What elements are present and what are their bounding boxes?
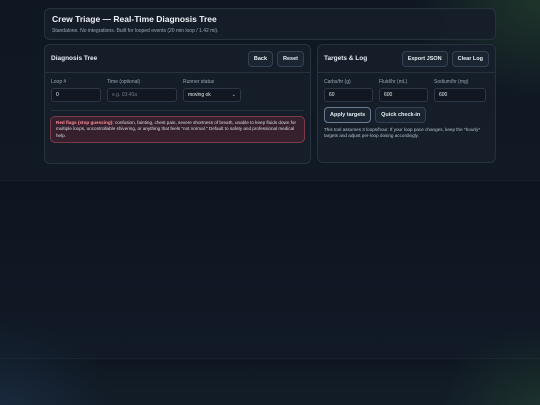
- fluid-field: Fluid/hr (mL): [379, 79, 428, 102]
- sodium-label: Sodium/hr (mg): [434, 79, 469, 85]
- section-divider: [51, 110, 304, 111]
- time-field: Time (optional): [107, 79, 177, 102]
- export-json-button[interactable]: Export JSON: [401, 50, 448, 67]
- status-label: Runner status: [183, 79, 215, 85]
- targets-actions: Export JSON Clear Log: [401, 50, 489, 67]
- background-band: [0, 180, 540, 181]
- carbs-input[interactable]: [324, 88, 373, 102]
- diagnosis-title: Diagnosis Tree: [51, 55, 98, 62]
- red-flags-lead: Red flags (stop guessing):: [56, 120, 114, 125]
- page-title: Crew Triage — Real-Time Diagnosis Tree: [52, 14, 217, 24]
- status-selected-value: moving ok: [188, 92, 211, 98]
- targets-fields: Carbs/hr (g) Fluid/hr (mL) Sodium/hr (mg…: [318, 73, 495, 102]
- diagnosis-fields: Loop # Time (optional) Runner status mov…: [45, 73, 310, 102]
- targets-title: Targets & Log: [324, 55, 368, 62]
- targets-panel-header: Targets & Log Export JSON Clear Log: [318, 45, 495, 73]
- targets-buttons: Apply targets Quick check-in: [318, 102, 495, 123]
- chevron-down-icon: ⌄: [231, 92, 236, 98]
- red-flags-alert: Red flags (stop guessing): confusion, fa…: [50, 116, 305, 144]
- sodium-input[interactable]: [434, 88, 486, 102]
- back-button[interactable]: Back: [247, 50, 274, 67]
- fluid-input[interactable]: [379, 88, 428, 102]
- fluid-label: Fluid/hr (mL): [379, 79, 408, 85]
- loop-label: Loop #: [51, 79, 67, 85]
- status-field: Runner status moving ok ⌄: [183, 79, 241, 102]
- loop-input[interactable]: [51, 88, 101, 102]
- status-select[interactable]: moving ok ⌄: [183, 88, 241, 102]
- carbs-label: Carbs/hr (g): [324, 79, 351, 85]
- diagnosis-panel-header: Diagnosis Tree Back Reset: [45, 45, 310, 73]
- apply-targets-button[interactable]: Apply targets: [324, 107, 372, 123]
- diagnosis-panel: Diagnosis Tree Back Reset Loop # Time (o…: [44, 44, 311, 164]
- loop-assumption-note: This tool assumes 3 loops/hour. If your …: [324, 127, 481, 139]
- time-label: Time (optional): [107, 79, 141, 85]
- page-subtitle: Standalone. No integrations. Built for l…: [52, 28, 219, 34]
- targets-panel: Targets & Log Export JSON Clear Log Carb…: [317, 44, 496, 163]
- diagnosis-actions: Back Reset: [247, 50, 304, 67]
- reset-button[interactable]: Reset: [277, 50, 304, 67]
- loop-field: Loop #: [51, 79, 101, 102]
- app-header: Crew Triage — Real-Time Diagnosis Tree S…: [44, 8, 496, 40]
- time-input[interactable]: [107, 88, 177, 102]
- quick-checkin-button[interactable]: Quick check-in: [375, 107, 427, 123]
- carbs-field: Carbs/hr (g): [324, 79, 373, 102]
- background-band: [0, 358, 540, 359]
- sodium-field: Sodium/hr (mg): [434, 79, 486, 102]
- clear-log-button[interactable]: Clear Log: [451, 50, 489, 67]
